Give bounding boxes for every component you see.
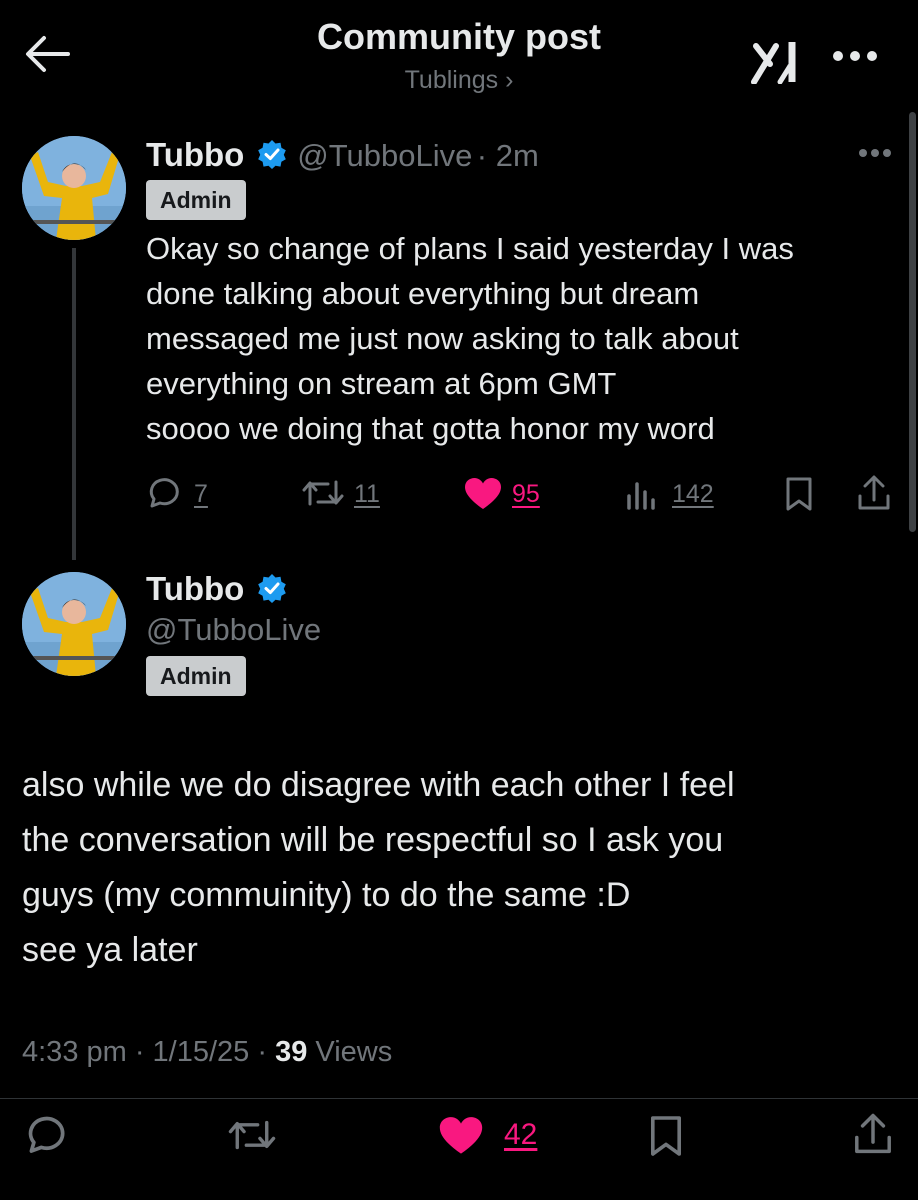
like-count[interactable]: 95	[512, 480, 540, 509]
reply-icon[interactable]	[146, 476, 180, 510]
author-name[interactable]: Tubbo	[146, 136, 244, 173]
post-timestamp: 4:33 pm · 1/15/25 ·	[22, 1036, 276, 1068]
avatar-image	[22, 136, 126, 240]
share-icon[interactable]	[852, 1112, 894, 1156]
post-author-row: Tubbo @TubboLive · 2m	[146, 136, 539, 174]
repost-icon[interactable]	[302, 478, 344, 508]
author-handle[interactable]: @TubboLive	[297, 138, 472, 173]
thread-line	[72, 248, 76, 560]
verified-badge-icon	[257, 574, 286, 603]
more-options-icon[interactable]	[832, 50, 878, 62]
views-icon[interactable]	[626, 480, 658, 510]
post-more-icon[interactable]	[858, 148, 892, 158]
views-label: Views	[307, 1036, 393, 1068]
avatar[interactable]	[22, 136, 126, 240]
repost-icon[interactable]	[228, 1118, 276, 1152]
admin-badge: Admin	[146, 656, 246, 696]
avatar-image	[22, 572, 126, 676]
author-handle[interactable]: @TubboLive	[146, 612, 321, 648]
repost-count[interactable]: 11	[354, 480, 380, 509]
post-time: · 2m	[476, 138, 539, 173]
like-count[interactable]: 42	[504, 1118, 537, 1152]
views-number: 39	[275, 1036, 308, 1068]
reply-count[interactable]: 7	[194, 480, 208, 509]
admin-badge: Admin	[146, 180, 246, 220]
like-icon-filled[interactable]	[464, 477, 502, 511]
bookmark-icon[interactable]	[784, 476, 814, 512]
grok-icon[interactable]	[750, 40, 806, 84]
scrollbar[interactable]	[909, 112, 916, 532]
post-text: also while we do disagree with each othe…	[22, 766, 735, 969]
divider	[0, 1098, 918, 1099]
post-text: Okay so change of plans I said yesterday…	[146, 231, 794, 446]
reply-icon[interactable]	[24, 1114, 66, 1156]
share-icon[interactable]	[856, 474, 892, 512]
like-icon-filled[interactable]	[438, 1116, 484, 1156]
views-count[interactable]: 142	[672, 480, 714, 509]
bookmark-icon[interactable]	[648, 1114, 684, 1158]
avatar[interactable]	[22, 572, 126, 676]
post-author-row: Tubbo	[146, 570, 287, 608]
post-meta: 4:33 pm · 1/15/25 · 39 Views	[22, 1036, 392, 1069]
verified-badge-icon	[257, 140, 286, 169]
author-name[interactable]: Tubbo	[146, 570, 244, 607]
